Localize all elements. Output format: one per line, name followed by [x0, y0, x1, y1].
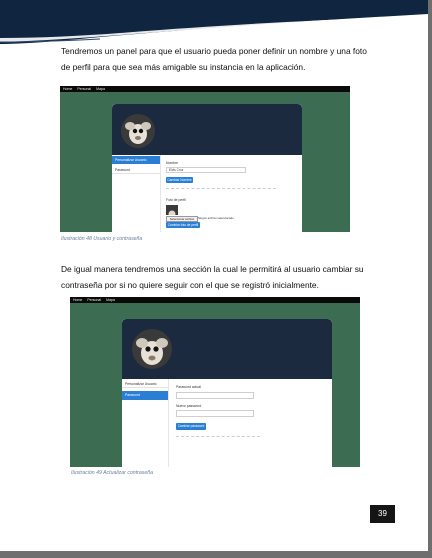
profile-card: Personalizar Usuario Password Nombre Elv… — [112, 104, 302, 232]
current-password-label: Password actual — [176, 385, 201, 389]
name-input[interactable]: Elvis Cruz — [166, 167, 246, 173]
change-password-button[interactable]: Cambiar password — [176, 423, 206, 430]
nav-home[interactable]: Home — [63, 87, 72, 91]
divider — [176, 436, 260, 437]
divider — [166, 188, 276, 189]
nav-bar: Home Personal Mapa — [60, 86, 350, 92]
photo-thumbnail — [166, 205, 178, 215]
nav-map[interactable]: Mapa — [96, 87, 105, 91]
avatar — [132, 329, 172, 369]
current-password-input[interactable] — [176, 392, 254, 399]
name-label: Nombre — [166, 161, 179, 165]
nav-personal[interactable]: Personal — [77, 87, 91, 91]
paragraph-password-section: De igual manera tendremos una sección la… — [61, 264, 364, 290]
nav-home[interactable]: Home — [73, 298, 82, 302]
password-card-header — [122, 319, 332, 379]
photo-label: Foto de perfil — [166, 198, 186, 202]
sidebar-item-personalize[interactable]: Personalizar Usuario — [112, 156, 160, 164]
caption-figure-49: Ilustración 49 Actualizar contraseña — [71, 470, 153, 476]
sidebar-item-password[interactable]: Password — [122, 391, 168, 400]
screenshot-user-profile: Home Personal Mapa Personalizar Usuario … — [60, 86, 350, 232]
avatar-image — [132, 329, 172, 369]
photo-thumbnail-image — [166, 208, 178, 215]
avatar-image — [121, 114, 155, 148]
document-page: Tendremos un panel para que el usuario p… — [0, 0, 428, 551]
profile-card-header — [112, 104, 302, 155]
new-password-label: Nuevo password — [176, 404, 202, 408]
avatar — [121, 114, 155, 148]
change-photo-button[interactable]: Cambiar foto de perfil — [166, 222, 200, 228]
nav-bar: Home Personal Mapa — [70, 297, 360, 303]
change-name-button[interactable]: Cambiar Nombre — [166, 177, 193, 183]
nav-personal[interactable]: Personal — [87, 298, 101, 302]
file-status: Ningún archivo seleccionado — [198, 216, 234, 220]
paragraph-profile-panel: Tendremos un panel para que el usuario p… — [61, 46, 367, 72]
new-password-input[interactable] — [176, 410, 254, 417]
header-decoration — [0, 0, 428, 44]
screenshot-update-password: Home Personal Mapa Personalizar Usuario … — [70, 297, 360, 467]
page-number: 39 — [370, 505, 395, 523]
sidebar-item-password[interactable]: Password — [112, 167, 160, 174]
sidebar-item-personalize[interactable]: Personalizar Usuario — [122, 380, 168, 388]
nav-map[interactable]: Mapa — [106, 298, 115, 302]
caption-figure-48: Ilustración 48 Usuario y contraseña — [61, 236, 143, 242]
password-card: Personalizar Usuario Password Password a… — [122, 319, 332, 467]
